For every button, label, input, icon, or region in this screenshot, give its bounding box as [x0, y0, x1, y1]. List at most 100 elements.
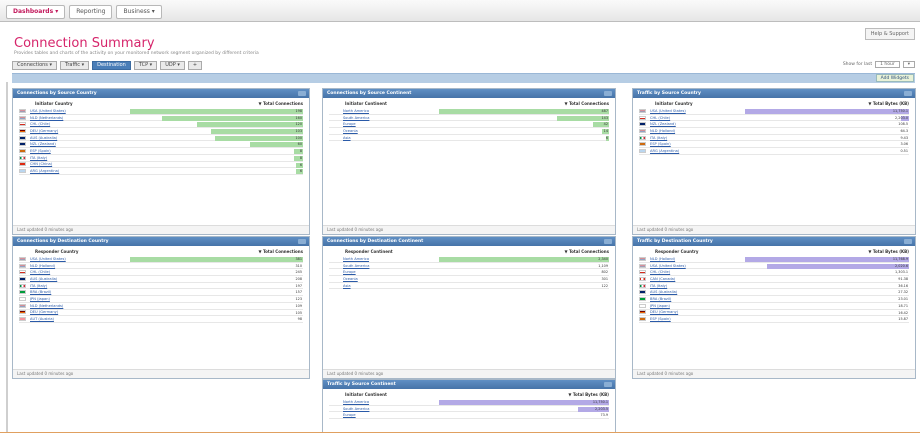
row-value: 487 [601, 109, 608, 113]
widget-menu-icon[interactable] [604, 91, 612, 96]
column-value-sort[interactable]: ▼ Total Bytes (KB) [868, 249, 909, 254]
row-label-link[interactable]: NLD (Holland) [650, 257, 675, 261]
widget-menu-icon[interactable] [904, 239, 912, 244]
row-label-link[interactable]: DEU (Germany) [30, 310, 58, 314]
row-value: 8 [299, 149, 302, 154]
row-label-link[interactable]: USA (United States) [30, 257, 66, 261]
row-label-link[interactable]: JPN (Japan) [30, 297, 50, 301]
row-label-link[interactable]: Oceania [343, 277, 358, 281]
row-label-link[interactable]: USA (United States) [30, 109, 66, 113]
column-label[interactable]: Initiator Country [655, 101, 693, 106]
row-label-link[interactable]: ESP (Spain) [650, 142, 671, 146]
row-label-link[interactable]: North America [343, 257, 369, 261]
row-label-link[interactable]: CHL (Chile) [650, 116, 670, 120]
row-label-link[interactable]: USA (United States) [650, 264, 686, 268]
row-label-link[interactable]: Europe [343, 270, 356, 274]
column-value-sort[interactable]: ▼ Total Connections [258, 101, 303, 106]
widget-menu-icon[interactable] [904, 91, 912, 96]
column-value-sort[interactable]: ▼ Total Bytes (KB) [868, 101, 909, 106]
row-value: 11,750.1 [892, 109, 908, 113]
tab-reporting[interactable]: Reporting [69, 5, 113, 19]
row-value: 100 [295, 135, 302, 140]
row-label-link[interactable]: Europe [343, 122, 356, 126]
row-label-link[interactable]: South America [343, 264, 369, 268]
row-label-link[interactable]: DEU (Germany) [650, 310, 678, 314]
row-label-link[interactable]: ARG (Argentina) [30, 169, 59, 173]
filter-udp[interactable]: UDP ▾ [160, 60, 185, 70]
widget-menu-icon[interactable] [604, 239, 612, 244]
row-label-link[interactable]: South America [343, 407, 369, 411]
filter-traffic[interactable]: Traffic ▾ [60, 60, 90, 70]
table-row: Europe 42 [329, 121, 609, 129]
row-label-link[interactable]: ESP (Spain) [30, 149, 51, 153]
row-label-link[interactable]: ITA (Italy) [650, 284, 667, 288]
widget-title-text: Connections by Source Continent [327, 91, 412, 96]
row-label-link[interactable]: ITA (Italy) [30, 156, 47, 160]
column-label[interactable]: Initiator Continent [345, 101, 387, 106]
it-flag-icon [639, 283, 646, 288]
column-label[interactable]: Responder Country [655, 249, 698, 254]
column-label[interactable]: Responder Country [35, 249, 78, 254]
row-label-link[interactable]: CHN (China) [30, 162, 52, 166]
column-label[interactable]: Responder Continent [345, 249, 393, 254]
row-label-link[interactable]: NLD (Netherlands) [30, 116, 63, 120]
row-label-link[interactable]: AUS (Australia) [650, 290, 677, 294]
row-label-link[interactable]: NLD (Holland) [30, 264, 55, 268]
row-label-link[interactable]: AUS (Australia) [30, 277, 57, 281]
add-widget-button[interactable]: Add Widgets [875, 74, 914, 82]
row-label-link[interactable]: NZL (Zealand) [650, 122, 676, 126]
row-label-link[interactable]: DEU (Germany) [30, 129, 58, 133]
row-label-link[interactable]: Asia [343, 284, 351, 288]
row-label-link[interactable]: USA (United States) [650, 109, 686, 113]
column-label[interactable]: Initiator Continent [345, 392, 387, 397]
column-label[interactable]: Initiator Country [35, 101, 73, 106]
row-label-link[interactable]: ITA (Italy) [30, 284, 47, 288]
row-label-link[interactable]: ITA (Italy) [650, 136, 667, 140]
tab-business[interactable]: Business ▾ [116, 5, 162, 19]
row-label-link[interactable]: CAN (Canada) [650, 277, 675, 281]
filter-destination[interactable]: Destination [92, 60, 131, 70]
row-label-link[interactable]: BRA (Brazil) [650, 297, 671, 301]
row-label-link[interactable]: AUT (Austria) [30, 317, 54, 321]
table-row: North America 11,750.1 [329, 399, 609, 406]
column-header: Initiator Continent ▼ Total Connections [323, 98, 615, 108]
column-value-sort[interactable]: ▼ Total Connections [564, 249, 609, 254]
time-range-dropdown[interactable]: ▾ [902, 61, 915, 68]
row-label-link[interactable]: NZL (Zealand) [30, 142, 56, 146]
row-label-link[interactable]: ESP (Spain) [650, 317, 671, 321]
row-label-link[interactable]: NLD (Netherlands) [30, 304, 63, 308]
row-label-link[interactable]: Europe [343, 413, 356, 417]
row-value: 1,109 [598, 263, 608, 268]
row-label-link[interactable]: Asia [343, 136, 351, 140]
widget-menu-icon[interactable] [604, 382, 612, 387]
us-flag-icon [639, 108, 646, 113]
row-label-link[interactable]: AUS (Australia) [30, 136, 57, 140]
row-label-link[interactable]: JPN (Japan) [650, 304, 670, 308]
column-header: Initiator Country ▼ Total Bytes (KB) [633, 98, 915, 108]
row-label-link[interactable]: North America [343, 400, 369, 404]
column-value-sort[interactable]: ▼ Total Connections [258, 249, 303, 254]
row-label-link[interactable]: NLD (Holland) [650, 129, 675, 133]
row-label-link[interactable]: ARG (Argentina) [650, 149, 679, 153]
row-label-link[interactable]: Oceania [343, 129, 358, 133]
column-value-sort[interactable]: ▼ Total Bytes (KB) [568, 392, 609, 397]
help-button[interactable]: Help & Support [864, 28, 915, 40]
table-row: CHN (China) 6 [19, 162, 303, 169]
column-value-sort[interactable]: ▼ Total Connections [564, 101, 609, 106]
tab-dashboards[interactable]: Dashboards ▾ [6, 5, 66, 19]
filter-tcp[interactable]: TCP ▾ [133, 60, 158, 70]
widget-menu-icon[interactable] [298, 239, 306, 244]
add-filter-button[interactable]: + [187, 60, 203, 70]
row-value: 310 [295, 263, 302, 268]
value-bar [130, 257, 303, 262]
row-list: North America 11,750.1 South America 2,203.… [323, 399, 615, 420]
row-label-link[interactable]: CHL (Chile) [650, 270, 670, 274]
time-range-select[interactable]: 1 hour [875, 61, 900, 68]
row-label-link[interactable]: BRA (Brazil) [30, 290, 51, 294]
widget-menu-icon[interactable] [298, 91, 306, 96]
row-label-link[interactable]: CHL (Chile) [30, 122, 50, 126]
row-label-link[interactable]: CHL (Chile) [30, 270, 50, 274]
row-label-link[interactable]: North America [343, 109, 369, 113]
filter-connections[interactable]: Connections ▾ [12, 60, 57, 70]
row-label-link[interactable]: South America [343, 116, 369, 120]
